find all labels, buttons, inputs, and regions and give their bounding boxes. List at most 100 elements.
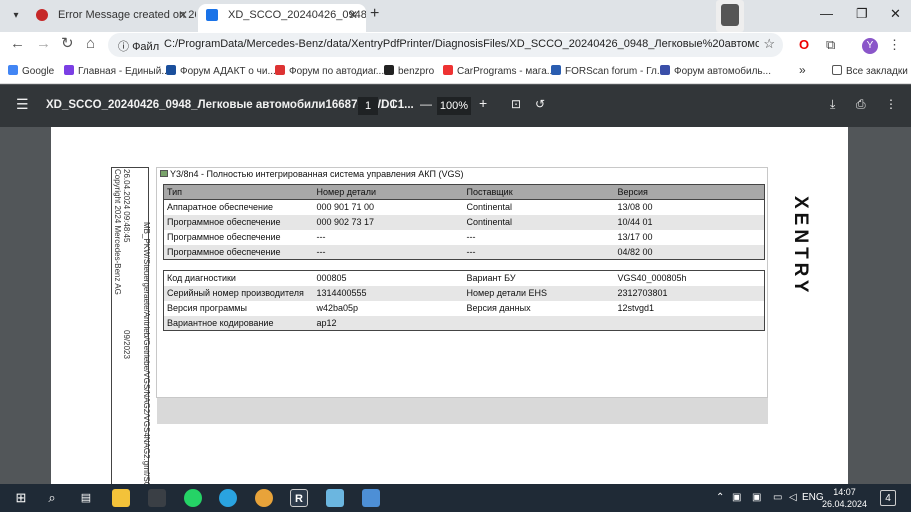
app-icon[interactable] xyxy=(148,489,166,507)
back-button[interactable]: ← xyxy=(10,36,25,52)
table-cell: --- xyxy=(313,244,464,260)
chrome-icon[interactable] xyxy=(255,489,273,507)
bookmark-forum-adakt[interactable]: Форум АДАКТ о чи... xyxy=(166,65,276,77)
bookmark-benzpro[interactable]: benzpro xyxy=(384,65,434,77)
tab-search-button[interactable]: ▾ xyxy=(8,8,24,24)
table-row: Программное обеспечение --- --- 13/17 00 xyxy=(164,230,765,245)
google-icon xyxy=(8,65,18,75)
reload-button[interactable]: ↻ xyxy=(61,36,74,52)
bookmark-label: Форум автомобиль... xyxy=(674,66,771,77)
pdf-menu-icon[interactable]: ☰ xyxy=(16,96,29,113)
document-footer-bar xyxy=(157,398,768,424)
r-app-icon[interactable]: R xyxy=(290,489,308,507)
profile-avatar[interactable]: Y xyxy=(862,38,878,54)
close-tab-icon[interactable]: ✕ xyxy=(348,4,358,26)
side-date: 26.04.2024 09:48:45 xyxy=(122,169,131,243)
print-icon[interactable]: ⎙ xyxy=(856,97,866,112)
more-bookmarks-button[interactable]: » xyxy=(799,63,806,77)
table-cell: --- xyxy=(463,244,615,260)
bookmark-favicon-icon xyxy=(166,65,176,75)
fit-page-icon[interactable]: ⊡ xyxy=(511,97,521,111)
browser-toolbar: ← → ↻ ⌂ ⓘ Файл C:/ProgramData/Mercedes-B… xyxy=(0,32,911,58)
table-cell: Continental xyxy=(466,202,513,213)
table-cell: Серийный номер производителя xyxy=(163,285,314,301)
extensions-icon[interactable]: ⧉ xyxy=(826,38,835,52)
bookmark-favicon-icon xyxy=(275,65,285,75)
bookmark-google[interactable]: Google xyxy=(8,65,54,77)
address-bar[interactable]: ⓘ Файл C:/ProgramData/Mercedes-Benz/data… xyxy=(108,33,783,57)
bookmark-favicon-icon xyxy=(64,65,74,75)
file-explorer-icon[interactable] xyxy=(112,489,130,507)
tab-error-message[interactable]: Error Message created on 26.04 ✕ xyxy=(28,4,196,32)
menu-icon[interactable]: ⋮ xyxy=(888,38,901,52)
tray-chevron-icon[interactable]: ⌃ xyxy=(716,492,724,503)
download-icon[interactable]: ⤓ xyxy=(830,97,835,112)
volume-icon[interactable]: ◁ xyxy=(789,492,797,503)
notifications-button[interactable]: 4 xyxy=(880,490,896,506)
bookmark-favicon-icon xyxy=(443,65,453,75)
task-view-icon[interactable]: ▤ xyxy=(77,489,95,507)
zoom-level-input[interactable]: 100% xyxy=(437,97,471,115)
bookmark-label: Google xyxy=(22,66,55,77)
table-cell xyxy=(463,315,615,331)
page-separator: / xyxy=(381,97,385,111)
windows-start-icon[interactable]: ⊞ xyxy=(12,489,30,507)
document-icon xyxy=(206,9,218,21)
table-cell: VGS40_000805h xyxy=(617,273,687,284)
bookmark-label: Форум по автодиаг... xyxy=(289,66,385,77)
column-header: Номер детали xyxy=(313,184,464,200)
app-icon[interactable] xyxy=(362,489,380,507)
versions-table: Тип Номер детали Поставщик Версия Аппара… xyxy=(163,184,765,260)
identification-table: Код диагностики 000805 Вариант БУ VGS40_… xyxy=(163,270,765,331)
forward-button[interactable]: → xyxy=(36,36,51,52)
table-cell: --- xyxy=(466,232,476,242)
search-icon[interactable]: ⌕ xyxy=(43,489,61,507)
side-path: MB_PKW/Steuergeraete/Antrieb/Getriebe/VG… xyxy=(142,222,151,494)
bookmark-star-icon[interactable]: ☆ xyxy=(763,36,775,52)
all-bookmarks-button[interactable]: Все закладки xyxy=(832,65,908,77)
close-tab-icon[interactable]: ✕ xyxy=(178,4,188,26)
system-clock[interactable]: 14:07 26.04.2024 xyxy=(822,486,867,510)
document-title-text: Y3/8n4 - Полностью интегрированная систе… xyxy=(170,169,464,179)
close-window-button[interactable]: ✕ xyxy=(890,6,901,22)
table-cell: 000805 xyxy=(316,273,347,284)
whatsapp-icon[interactable] xyxy=(184,489,202,507)
opera-icon[interactable]: O xyxy=(799,38,809,52)
table-row: Код диагностики 000805 Вариант БУ VGS40_… xyxy=(164,271,765,286)
new-tab-button[interactable]: + xyxy=(370,5,379,23)
minimize-button[interactable]: — xyxy=(820,6,833,21)
device-image xyxy=(716,0,744,32)
tray-app-icon[interactable]: ▣ xyxy=(732,492,741,503)
bookmark-forscan[interactable]: FORScan forum - Гл... xyxy=(551,65,665,77)
column-header: Поставщик xyxy=(463,184,615,200)
table-cell: 13/08 00 xyxy=(617,202,653,213)
zoom-in-button[interactable]: + xyxy=(479,95,487,111)
bookmarks-bar: Google Главная - Единый... Форум АДАКТ о… xyxy=(0,58,911,84)
table-cell: 2312703801 xyxy=(614,285,765,301)
zoom-out-button[interactable]: — xyxy=(420,97,432,111)
telegram-icon[interactable] xyxy=(219,489,237,507)
input-language[interactable]: ENG xyxy=(802,492,824,503)
app-icon[interactable] xyxy=(326,489,344,507)
bookmark-label: CarPrograms - мага... xyxy=(457,66,556,77)
maximize-button[interactable]: ❐ xyxy=(856,6,868,22)
page-number-input[interactable]: 1 xyxy=(358,97,378,115)
table-cell: Версия данных xyxy=(466,303,531,313)
bookmark-glavnaya[interactable]: Главная - Единый... xyxy=(64,65,170,77)
url-text[interactable]: C:/ProgramData/Mercedes-Benz/data/Xentry… xyxy=(164,38,759,50)
table-cell: Continental xyxy=(463,214,615,230)
bookmark-favicon-icon xyxy=(551,65,561,75)
site-info-button[interactable]: ⓘ Файл xyxy=(118,38,159,54)
more-options-icon[interactable]: ⋮ xyxy=(885,97,897,111)
tab-pdf-document[interactable]: XD_SCCO_20240426_0948_Легкове ✕ xyxy=(198,4,366,32)
table-cell xyxy=(614,315,765,331)
rotate-icon[interactable]: ↺ xyxy=(535,97,545,111)
table-cell: 000 902 73 17 xyxy=(313,214,464,230)
tray-app-icon[interactable]: ▣ xyxy=(752,492,761,503)
bookmark-forum-autodiag[interactable]: Форум по автодиаг... xyxy=(275,65,384,77)
bookmark-forum-auto[interactable]: Форум автомобиль... xyxy=(660,65,771,77)
home-button[interactable]: ⌂ xyxy=(86,36,95,52)
table-row: Серийный номер производителя 1314400555 … xyxy=(163,285,765,301)
bookmark-carprograms[interactable]: CarPrograms - мага... xyxy=(443,65,555,77)
network-icon[interactable]: ▭ xyxy=(773,492,782,503)
